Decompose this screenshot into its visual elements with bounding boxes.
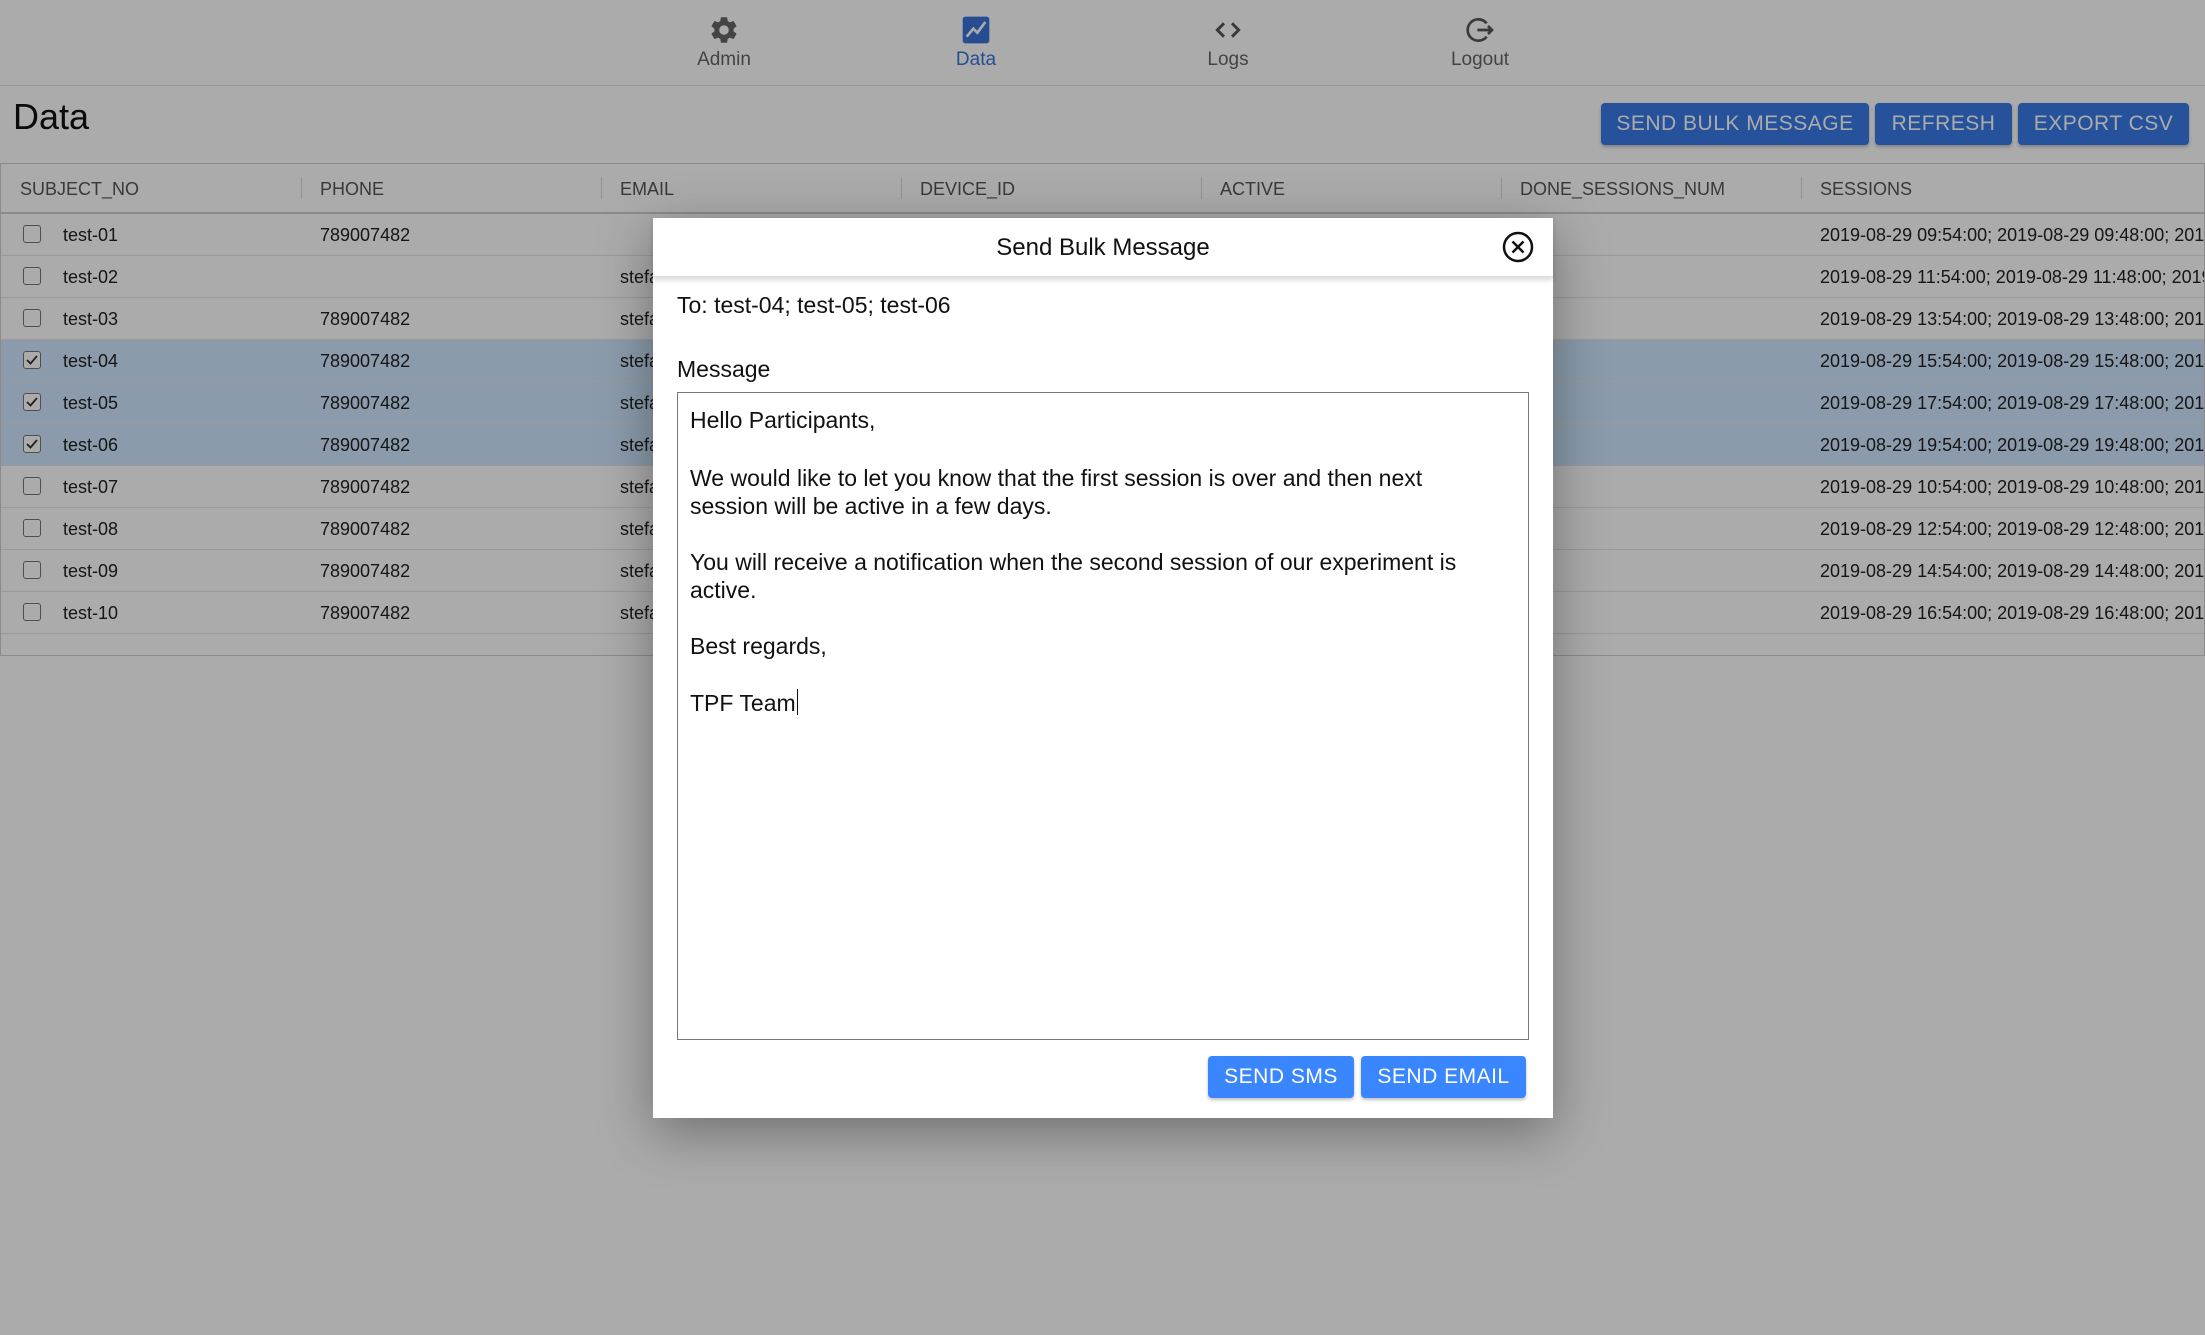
dialog-title: Send Bulk Message [996,234,1210,261]
recipients-line: To: test-04; test-05; test-06 [677,292,951,318]
message-label: Message [677,356,771,382]
send-sms-button[interactable]: SEND SMS [1208,1056,1354,1098]
message-textarea[interactable]: Hello Participants, We would like to let… [677,392,1529,1040]
message-line: We would like to let you know that the f… [690,465,1423,491]
send-email-button[interactable]: SEND EMAIL [1361,1056,1526,1098]
dialog-header: Send Bulk Message [653,218,1553,277]
message-line: Hello Participants, [690,407,876,433]
send-bulk-message-dialog: Send Bulk Message To: test-04; test-05; … [653,218,1553,1118]
message-line: You will receive a notification when the… [690,549,1457,575]
close-icon[interactable] [1501,230,1535,264]
message-line-last: TPF Team [690,689,799,717]
message-line: session will be active in a few days. [690,493,1052,519]
text-cursor [796,689,799,715]
message-line: active. [690,577,757,603]
message-line: Best regards, [690,633,827,659]
message-line-text: TPF Team [690,690,796,716]
